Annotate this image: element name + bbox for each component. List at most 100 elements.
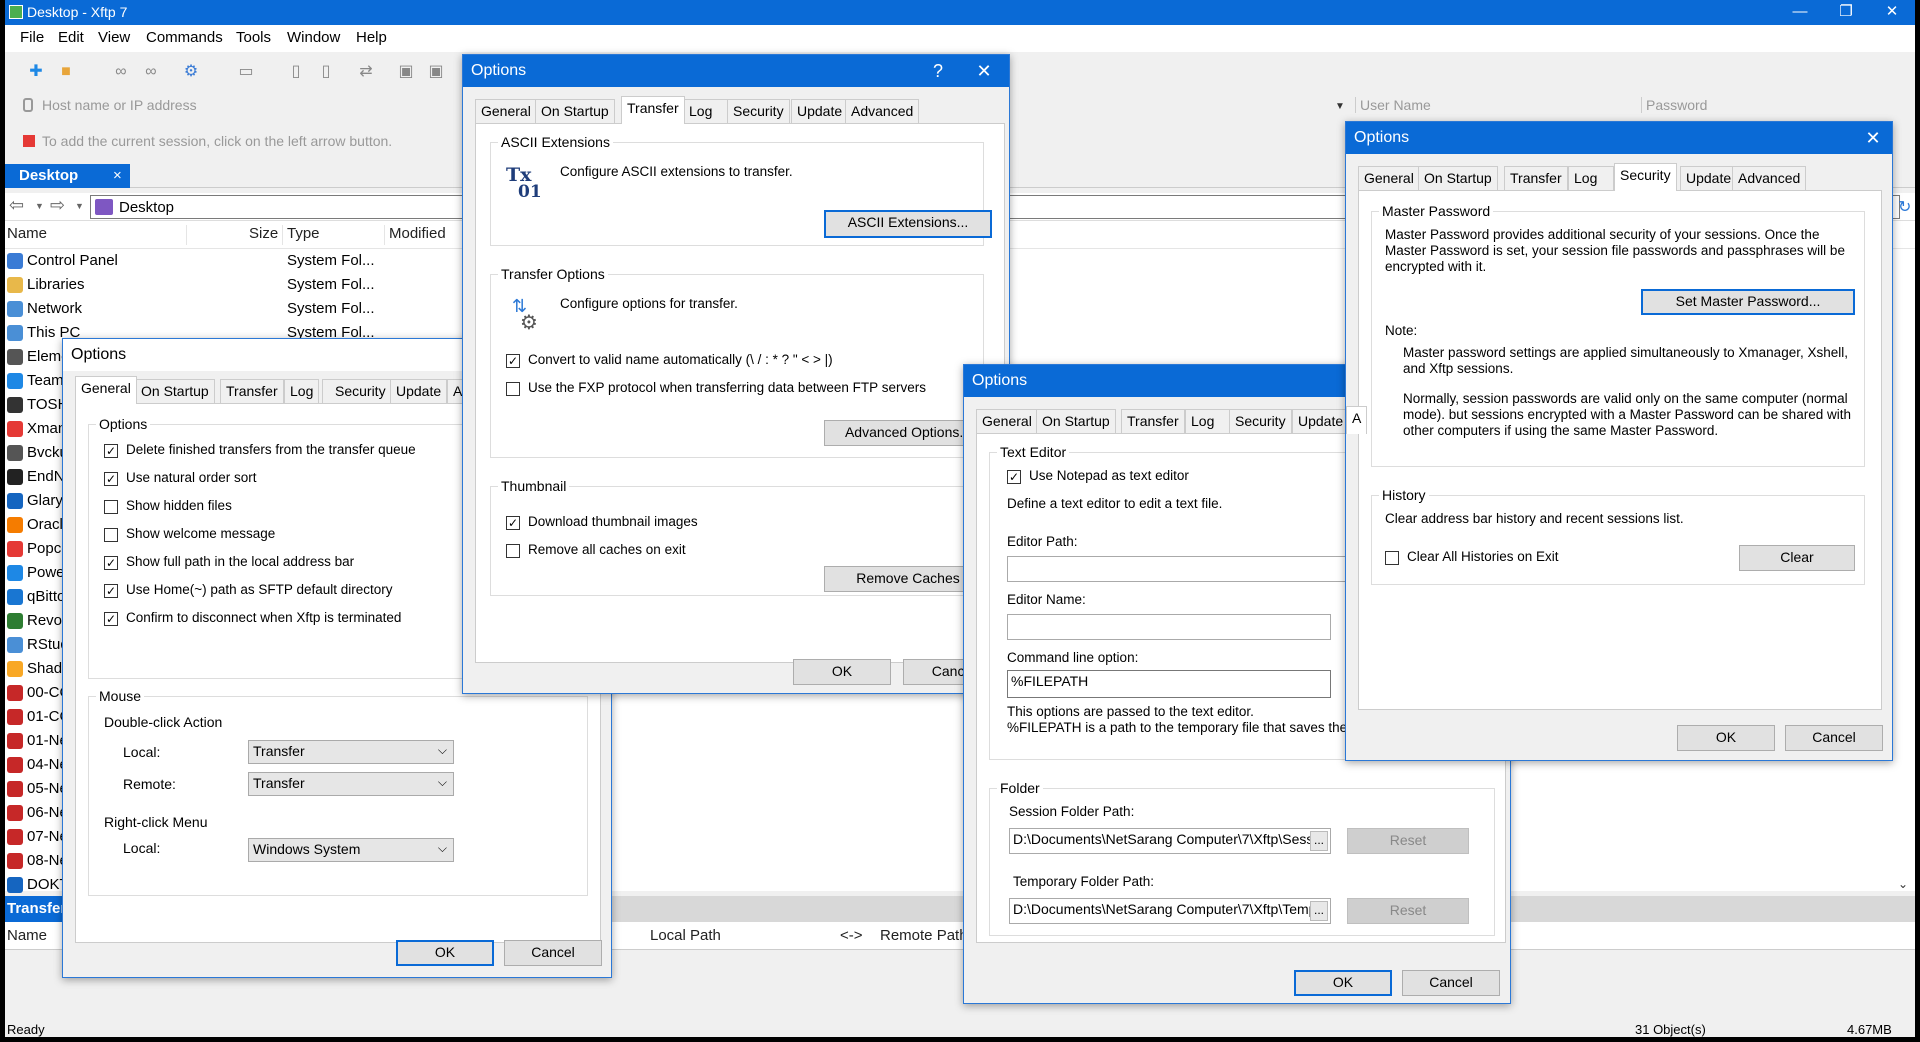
cancel-button[interactable]: Cancel	[504, 940, 602, 966]
link-icon[interactable]: ∞	[110, 62, 132, 82]
set-master-password-button[interactable]: Set Master Password...	[1641, 289, 1855, 315]
use-notepad-checkbox[interactable]: ✓	[1007, 470, 1021, 484]
tab-update[interactable]: Update	[1680, 166, 1738, 190]
open-folder-icon[interactable]: ■	[55, 62, 77, 82]
transfer-col-arrow[interactable]: <->	[840, 927, 863, 944]
option-checkbox[interactable]	[104, 528, 118, 542]
username-input[interactable]: User Name	[1355, 97, 1635, 113]
tab-security[interactable]: Security	[1614, 163, 1677, 191]
browse-session-button[interactable]: ...	[1310, 831, 1328, 851]
new-session-icon[interactable]: ✚	[25, 62, 47, 82]
column-divider[interactable]	[282, 225, 283, 245]
refresh-path-icon[interactable]: ↻	[1898, 197, 1911, 217]
back-icon[interactable]: ⇦	[9, 195, 24, 216]
clear-histories-checkbox[interactable]	[1385, 551, 1399, 565]
fxp-checkbox[interactable]	[506, 382, 520, 396]
close-button[interactable]: ✕	[1869, 0, 1915, 25]
tab-transfer[interactable]: Transfer	[1121, 409, 1185, 433]
tab-on-startup[interactable]: On Startup	[535, 99, 615, 123]
copy-icon[interactable]: ▯	[285, 62, 307, 82]
tab-advanced[interactable]: A	[1346, 406, 1368, 434]
tab-general[interactable]: General	[1358, 166, 1420, 190]
minimize-button[interactable]: —	[1777, 0, 1823, 25]
scroll-down-icon[interactable]: ⌄	[1898, 877, 1908, 891]
menu-window[interactable]: Window	[287, 29, 340, 46]
tab-log[interactable]: Log	[1568, 166, 1615, 190]
close-tab-icon[interactable]: ×	[113, 167, 122, 184]
ok-button[interactable]: OK	[396, 940, 494, 966]
host-input[interactable]: Host name or IP address	[42, 97, 197, 113]
option-checkbox[interactable]: ✓	[104, 472, 118, 486]
paste-icon[interactable]: ▯	[315, 62, 337, 82]
forward-icon[interactable]: ⇨	[50, 195, 65, 216]
download-thumbnail-checkbox[interactable]: ✓	[506, 516, 520, 530]
ascii-extensions-button[interactable]: ASCII Extensions...	[824, 210, 992, 238]
tab-transfer[interactable]: Transfer	[1504, 166, 1568, 190]
host-dropdown-icon[interactable]: ▼	[1335, 101, 1345, 112]
option-checkbox[interactable]: ✓	[104, 556, 118, 570]
column-type[interactable]: Type	[287, 225, 320, 242]
reset-temp-button[interactable]: Reset	[1347, 898, 1469, 924]
back-dropdown-icon[interactable]: ▼	[35, 201, 44, 211]
menu-edit[interactable]: Edit	[58, 29, 84, 46]
tab-update[interactable]: Update	[390, 379, 448, 403]
local-action-select[interactable]: Transfer ⌵	[248, 740, 454, 764]
tab-security[interactable]: Security	[322, 379, 392, 403]
menu-view[interactable]: View	[98, 29, 130, 46]
option-checkbox[interactable]: ✓	[104, 584, 118, 598]
transfer-col-local[interactable]: Local Path	[650, 927, 721, 944]
convert-name-checkbox[interactable]: ✓	[506, 354, 520, 368]
tab-security[interactable]: Security	[1229, 409, 1292, 433]
tab-general[interactable]: General	[75, 376, 137, 404]
session-tab-desktop[interactable]: Desktop ×	[5, 164, 130, 188]
right-click-select[interactable]: Windows System ⌵	[248, 838, 454, 862]
session-folder-input[interactable]: D:\Documents\NetSarang Computer\7\Xftp\S…	[1009, 828, 1331, 854]
close-icon[interactable]: ✕	[969, 59, 999, 83]
menu-file[interactable]: File	[20, 29, 44, 46]
command-line-input[interactable]: %FILEPATH	[1007, 670, 1331, 698]
column-size[interactable]: Size	[249, 225, 278, 242]
remove-caches-checkbox[interactable]	[506, 544, 520, 558]
tab-on-startup[interactable]: On Startup	[1036, 409, 1116, 433]
tab-advanced[interactable]: Advanced	[1732, 166, 1807, 190]
menu-tools[interactable]: Tools	[236, 29, 271, 46]
tab-on-startup[interactable]: On Startup	[1418, 166, 1498, 190]
column-divider[interactable]	[384, 225, 385, 245]
maximize-button[interactable]: ❐	[1823, 0, 1869, 25]
temp-folder-input[interactable]: D:\Documents\NetSarang Computer\7\Xftp\T…	[1009, 898, 1331, 924]
cancel-button[interactable]: Cancel	[1402, 970, 1500, 996]
help-icon[interactable]: ?	[923, 59, 953, 83]
tab-log[interactable]: Log	[284, 379, 320, 403]
editor-name-input[interactable]	[1007, 614, 1331, 640]
option-checkbox[interactable]: ✓	[104, 612, 118, 626]
menu-help[interactable]: Help	[356, 29, 387, 46]
tab-general[interactable]: General	[475, 99, 537, 123]
tab-on-startup[interactable]: On Startup	[135, 379, 215, 403]
ok-button[interactable]: OK	[1677, 725, 1775, 751]
tab-general[interactable]: General	[976, 409, 1038, 433]
cancel-button[interactable]: Cancel	[1785, 725, 1883, 751]
remote-action-select[interactable]: Transfer ⌵	[248, 772, 454, 796]
transfer-icon[interactable]: ⇄	[355, 62, 377, 82]
transfer-col-name[interactable]: Name	[7, 927, 47, 944]
ok-button[interactable]: OK	[1294, 970, 1392, 996]
option-checkbox[interactable]: ✓	[104, 444, 118, 458]
tab-security[interactable]: Security	[727, 99, 790, 123]
tab-advanced[interactable]: Advanced	[845, 99, 920, 123]
tab-update[interactable]: Update	[791, 99, 849, 123]
ok-button[interactable]: OK	[793, 659, 891, 685]
settings-icon[interactable]: ⚙	[180, 62, 202, 82]
tab-update[interactable]: Update	[1292, 409, 1350, 433]
window2-icon[interactable]: ▣	[425, 62, 447, 82]
refresh-icon[interactable]: ▭	[235, 62, 257, 82]
menu-commands[interactable]: Commands	[146, 29, 223, 46]
browse-temp-button[interactable]: ...	[1310, 901, 1328, 921]
window-icon[interactable]: ▣	[395, 62, 417, 82]
password-input[interactable]: Password	[1641, 97, 1911, 113]
column-modified[interactable]: Modified	[389, 225, 446, 242]
close-icon[interactable]: ✕	[1858, 126, 1888, 150]
option-checkbox[interactable]	[104, 500, 118, 514]
column-name[interactable]: Name	[7, 225, 47, 242]
forward-dropdown-icon[interactable]: ▼	[75, 201, 84, 211]
tab-transfer[interactable]: Transfer	[220, 379, 284, 403]
